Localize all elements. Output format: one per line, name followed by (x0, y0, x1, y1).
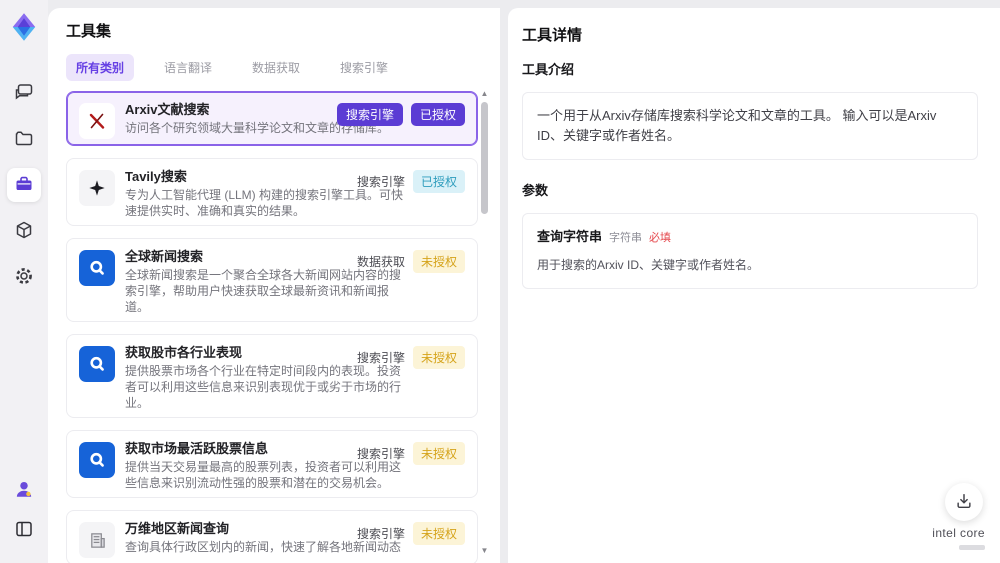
tool-icon (79, 170, 115, 206)
intro-text: 一个用于从Arxiv存储库搜索科学论文和文章的工具。 输入可以是Arxiv ID… (537, 108, 937, 144)
scrollbar-thumb[interactable] (481, 102, 488, 214)
tab-3[interactable]: 搜索引擎 (330, 54, 398, 81)
left-rail (0, 0, 48, 563)
intel-core-text: intel core (932, 526, 985, 540)
nav-settings-button[interactable] (7, 260, 41, 294)
param-type: 字符串 (609, 232, 643, 245)
scrollbar-up-arrow[interactable]: ▲ (480, 90, 489, 98)
tool-card[interactable]: Arxiv文献搜索 访问各个研究领域大量科学论文和文章的存储库。 搜索引擎 已授… (66, 91, 478, 146)
intel-core-sub-badge (959, 545, 985, 550)
param-desc: 用于搜索的Arxiv ID、关键字或作者姓名。 (537, 258, 760, 273)
nav-tools-button[interactable] (7, 168, 41, 202)
category-tabs: 所有类别 语言翻译 数据获取 搜索引擎 (66, 53, 500, 81)
tool-icon (79, 346, 115, 382)
gear-icon (14, 266, 34, 289)
nav-chat-button[interactable] (7, 76, 41, 110)
tool-list: Arxiv文献搜索 访问各个研究领域大量科学论文和文章的存储库。 搜索引擎 已授… (66, 91, 478, 563)
page-title: 工具集 (66, 23, 112, 40)
tool-card[interactable]: 获取市场最活跃股票信息 提供当天交易量最高的股票列表，投资者可以利用这些信息来识… (66, 430, 478, 498)
nav-folder-button[interactable] (7, 122, 41, 156)
tool-card[interactable]: 获取股市各行业表现 提供股票市场各个行业在特定时间段内的表现。投资者可以利用这些… (66, 334, 478, 418)
params-heading: 参数 (522, 183, 549, 199)
scrollbar[interactable]: ▲ ▼ (480, 90, 489, 555)
tool-card[interactable]: 全球新闻搜索 全球新闻搜索是一个聚合全球各大新闻网站内容的搜索引擎，帮助用户快速… (66, 238, 478, 322)
tool-auth-badge: 未授权 (412, 522, 465, 545)
app-logo (9, 12, 39, 42)
folder-icon (14, 128, 34, 151)
tool-details-panel: 工具详情 工具介绍 一个用于从Arxiv存储库搜索科学论文和文章的工具。 输入可… (508, 8, 1000, 563)
chat-icon (14, 82, 34, 105)
param-box: 查询字符串 字符串 必填 用于搜索的Arxiv ID、关键字或作者姓名。 (522, 213, 978, 290)
param-required-badge: 必填 (649, 232, 672, 245)
tool-card[interactable]: 万维地区新闻查询 查询具体行政区划内的新闻，快速了解各地新闻动态 搜索引擎 未授… (66, 510, 478, 563)
tool-icon (79, 250, 115, 286)
download-icon (955, 492, 973, 513)
user-avatar-button[interactable] (7, 473, 41, 507)
param-name: 查询字符串 (537, 229, 603, 245)
intro-box: 一个用于从Arxiv存储库搜索科学论文和文章的工具。 输入可以是Arxiv ID… (522, 92, 978, 161)
tool-category-badge: 搜索引擎 (336, 103, 403, 126)
panel-toggle-button[interactable] (7, 513, 41, 547)
tool-icon (79, 522, 115, 558)
tool-card[interactable]: Tavily搜索 专为人工智能代理 (LLM) 构建的搜索引擎工具。可快速提供实… (66, 158, 478, 226)
tools-panel: 工具集 所有类别 语言翻译 数据获取 搜索引擎 Arxiv文献搜索 访问各个研究… (48, 8, 500, 563)
intro-heading: 工具介绍 (522, 62, 575, 77)
tool-category-badge: 数据获取 (356, 255, 405, 269)
tool-icon (79, 442, 115, 478)
details-title: 工具详情 (522, 27, 583, 44)
user-icon (13, 478, 35, 503)
tool-auth-badge: 已授权 (412, 170, 465, 193)
panel-toggle-icon (14, 519, 34, 542)
download-button[interactable] (945, 483, 983, 521)
tool-auth-badge: 未授权 (412, 346, 465, 369)
tab-2[interactable]: 数据获取 (242, 54, 310, 81)
tool-icon (79, 103, 115, 139)
scrollbar-down-arrow[interactable]: ▼ (480, 547, 489, 555)
tool-desc: 全球新闻搜索是一个聚合全球各大新闻网站内容的搜索引擎，帮助用户快速获取全球最新资… (125, 268, 402, 314)
briefcase-icon (14, 174, 34, 197)
tool-category-badge: 搜索引擎 (356, 527, 405, 541)
nav-cube-button[interactable] (7, 214, 41, 248)
tool-category-badge: 搜索引擎 (356, 175, 405, 189)
tool-category-badge: 搜索引擎 (356, 447, 405, 461)
tool-category-badge: 搜索引擎 (356, 351, 405, 365)
tool-auth-badge: 已授权 (410, 103, 465, 126)
intel-core-logo: intel core (932, 524, 985, 550)
tool-auth-badge: 未授权 (412, 442, 465, 465)
tool-desc: 提供股票市场各个行业在特定时间段内的表现。投资者可以利用这些信息来识别表现优于或… (125, 364, 402, 410)
tab-0[interactable]: 所有类别 (66, 53, 135, 81)
tool-auth-badge: 未授权 (412, 250, 465, 273)
cube-icon (14, 220, 34, 243)
tab-1[interactable]: 语言翻译 (154, 54, 222, 81)
